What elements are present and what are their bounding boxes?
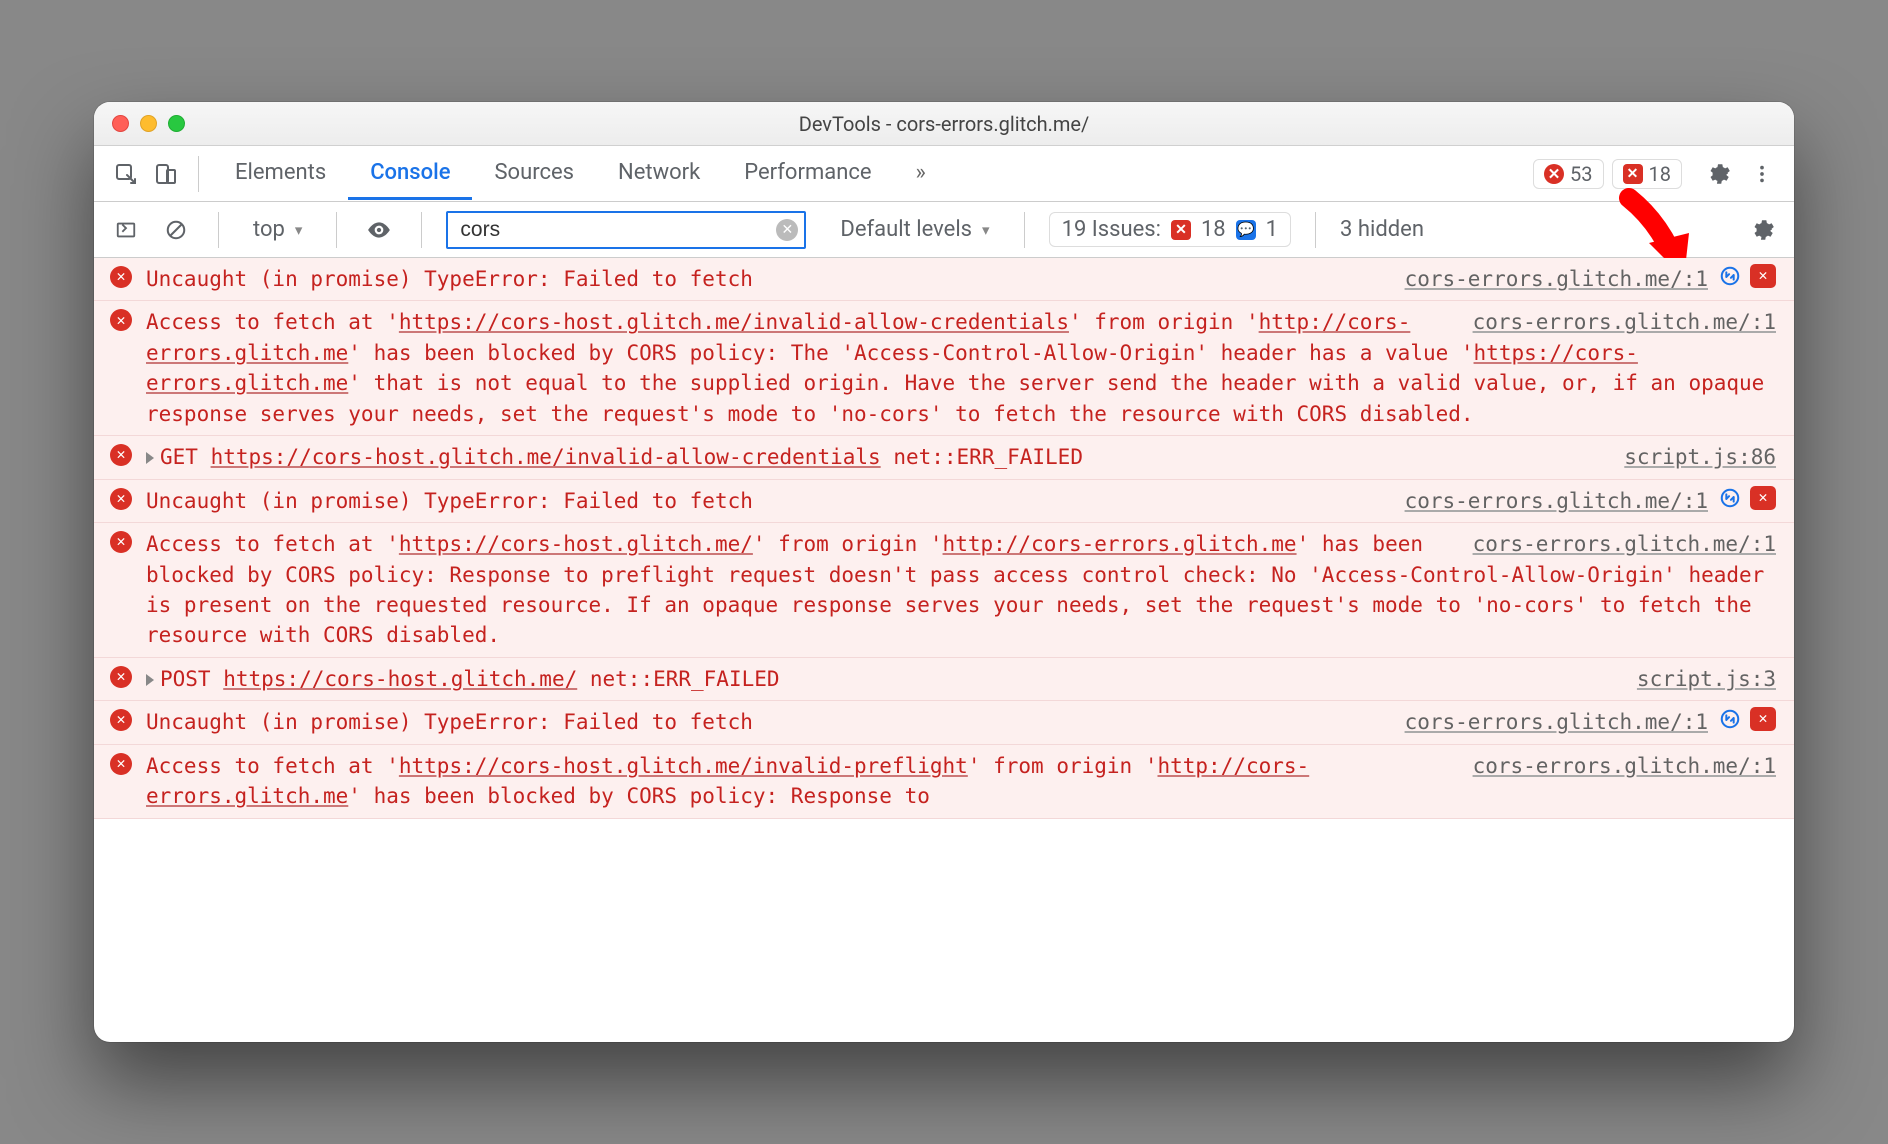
clear-filter-icon[interactable]: ✕: [776, 219, 798, 241]
source-link[interactable]: cors-errors.glitch.me/:1: [1405, 707, 1708, 737]
console-messages: ✕✕cors-errors.glitch.me/:1Uncaught (in p…: [94, 258, 1794, 1042]
console-row[interactable]: ✕✕cors-errors.glitch.me/:1Uncaught (in p…: [94, 480, 1794, 523]
divider: [336, 212, 337, 248]
message-text: GET https://cors-host.glitch.me/invalid-…: [146, 442, 1776, 472]
source-link[interactable]: cors-errors.glitch.me/:1: [1473, 529, 1776, 559]
console-row[interactable]: ✕✕cors-errors.glitch.me/:1Uncaught (in p…: [94, 701, 1794, 744]
issue-icon: ✕: [1623, 164, 1643, 184]
clear-console-icon[interactable]: [158, 212, 194, 248]
divider: [421, 212, 422, 248]
net-status: net::ERR_FAILED: [577, 667, 779, 691]
error-icon: ✕: [110, 709, 132, 731]
console-row[interactable]: ✕script.js:3POST https://cors-host.glitc…: [94, 658, 1794, 701]
error-icon: ✕: [110, 488, 132, 510]
console-row[interactable]: ✕✕cors-errors.glitch.me/:1Uncaught (in p…: [94, 258, 1794, 301]
source-link[interactable]: cors-errors.glitch.me/:1: [1405, 486, 1708, 516]
source-link[interactable]: cors-errors.glitch.me/:1: [1473, 751, 1776, 781]
toggle-drawer-icon[interactable]: [108, 212, 144, 248]
source-link[interactable]: script.js:86: [1624, 442, 1776, 472]
issue-error-icon: ✕: [1171, 220, 1191, 240]
replay-xhr-icon[interactable]: [1718, 264, 1742, 288]
warnings-count-badge[interactable]: ✕ 18: [1612, 159, 1682, 189]
replay-xhr-icon[interactable]: [1718, 486, 1742, 510]
divider: [1024, 212, 1025, 248]
devtools-window: DevTools - cors-errors.glitch.me/ Elemen…: [94, 102, 1794, 1042]
error-icon: ✕: [1544, 164, 1564, 184]
panel-tabs: Elements Console Sources Network Perform…: [213, 148, 948, 200]
console-row[interactable]: ✕script.js:86GET https://cors-host.glitc…: [94, 436, 1794, 479]
console-filterbar: top ✕ Default levels 19 Issues: ✕ 18 💬 1…: [94, 202, 1794, 258]
devtools-tabsbar: Elements Console Sources Network Perform…: [94, 146, 1794, 202]
error-icon: ✕: [110, 309, 132, 331]
context-selector[interactable]: top: [243, 213, 312, 246]
divider: [1315, 212, 1316, 248]
log-levels-selector[interactable]: Default levels: [830, 213, 999, 246]
request-url-link[interactable]: https://cors-host.glitch.me/invalid-allo…: [211, 445, 881, 469]
row-actions: ✕: [1718, 486, 1776, 510]
inline-url-link[interactable]: http://cors-errors.glitch.me: [943, 532, 1297, 556]
inspect-element-icon[interactable]: [108, 156, 144, 192]
source-link[interactable]: script.js:3: [1637, 664, 1776, 694]
row-actions: ✕: [1718, 264, 1776, 288]
hidden-count[interactable]: 3 hidden: [1340, 217, 1424, 242]
console-settings-gear-icon[interactable]: [1744, 212, 1780, 248]
window-titlebar: DevTools - cors-errors.glitch.me/: [94, 102, 1794, 146]
row-actions: ✕: [1718, 707, 1776, 731]
tab-console[interactable]: Console: [348, 148, 472, 200]
issue-msg-icon: 💬: [1236, 220, 1256, 240]
filter-input[interactable]: [446, 211, 806, 249]
window-title: DevTools - cors-errors.glitch.me/: [94, 112, 1794, 136]
hide-message-icon[interactable]: ✕: [1750, 486, 1776, 510]
source-link[interactable]: cors-errors.glitch.me/:1: [1473, 307, 1776, 337]
tab-performance[interactable]: Performance: [722, 148, 893, 200]
expand-triangle-icon[interactable]: [146, 674, 154, 686]
filter-input-wrap: ✕: [446, 211, 806, 249]
tab-network[interactable]: Network: [596, 148, 722, 200]
error-icon: ✕: [110, 666, 132, 688]
inline-url-link[interactable]: https://cors-host.glitch.me/invalid-pref…: [399, 754, 968, 778]
message-text: POST https://cors-host.glitch.me/ net::E…: [146, 664, 1776, 694]
issues-label: 19 Issues:: [1062, 217, 1161, 242]
tab-elements[interactable]: Elements: [213, 148, 348, 200]
issues-summary[interactable]: 19 Issues: ✕ 18 💬 1: [1049, 212, 1291, 247]
errors-count-badge[interactable]: ✕ 53: [1533, 159, 1603, 189]
settings-gear-icon[interactable]: [1700, 156, 1736, 192]
error-icon: ✕: [110, 753, 132, 775]
device-mode-icon[interactable]: [148, 156, 184, 192]
hide-message-icon[interactable]: ✕: [1750, 264, 1776, 288]
hide-message-icon[interactable]: ✕: [1750, 707, 1776, 731]
divider: [198, 156, 199, 192]
request-url-link[interactable]: https://cors-host.glitch.me/: [223, 667, 577, 691]
http-method: GET: [160, 445, 211, 469]
console-row[interactable]: ✕cors-errors.glitch.me/:1Access to fetch…: [94, 301, 1794, 436]
inline-url-link[interactable]: https://cors-errors.glitch.me: [146, 341, 1638, 395]
error-icon: ✕: [110, 266, 132, 288]
console-row[interactable]: ✕cors-errors.glitch.me/:1Access to fetch…: [94, 523, 1794, 658]
source-link[interactable]: cors-errors.glitch.me/:1: [1405, 264, 1708, 294]
more-menu-icon[interactable]: [1744, 156, 1780, 192]
error-icon: ✕: [110, 444, 132, 466]
inline-url-link[interactable]: https://cors-host.glitch.me/invalid-allo…: [399, 310, 1069, 334]
live-expression-icon[interactable]: [361, 212, 397, 248]
tabs-overflow-icon[interactable]: »: [894, 148, 948, 200]
error-icon: ✕: [110, 531, 132, 553]
replay-xhr-icon[interactable]: [1718, 707, 1742, 731]
issues-errors-count: 18: [1201, 217, 1226, 242]
error-warning-counts: ✕ 53 ✕ 18: [1533, 156, 1780, 192]
warnings-count: 18: [1649, 162, 1671, 186]
divider: [218, 212, 219, 248]
expand-triangle-icon[interactable]: [146, 452, 154, 464]
console-row[interactable]: ✕cors-errors.glitch.me/:1Access to fetch…: [94, 745, 1794, 819]
http-method: POST: [160, 667, 223, 691]
tab-sources[interactable]: Sources: [472, 148, 596, 200]
inline-url-link[interactable]: https://cors-host.glitch.me/: [399, 532, 753, 556]
errors-count: 53: [1570, 162, 1592, 186]
net-status: net::ERR_FAILED: [881, 445, 1083, 469]
issues-msgs-count: 1: [1266, 217, 1278, 242]
